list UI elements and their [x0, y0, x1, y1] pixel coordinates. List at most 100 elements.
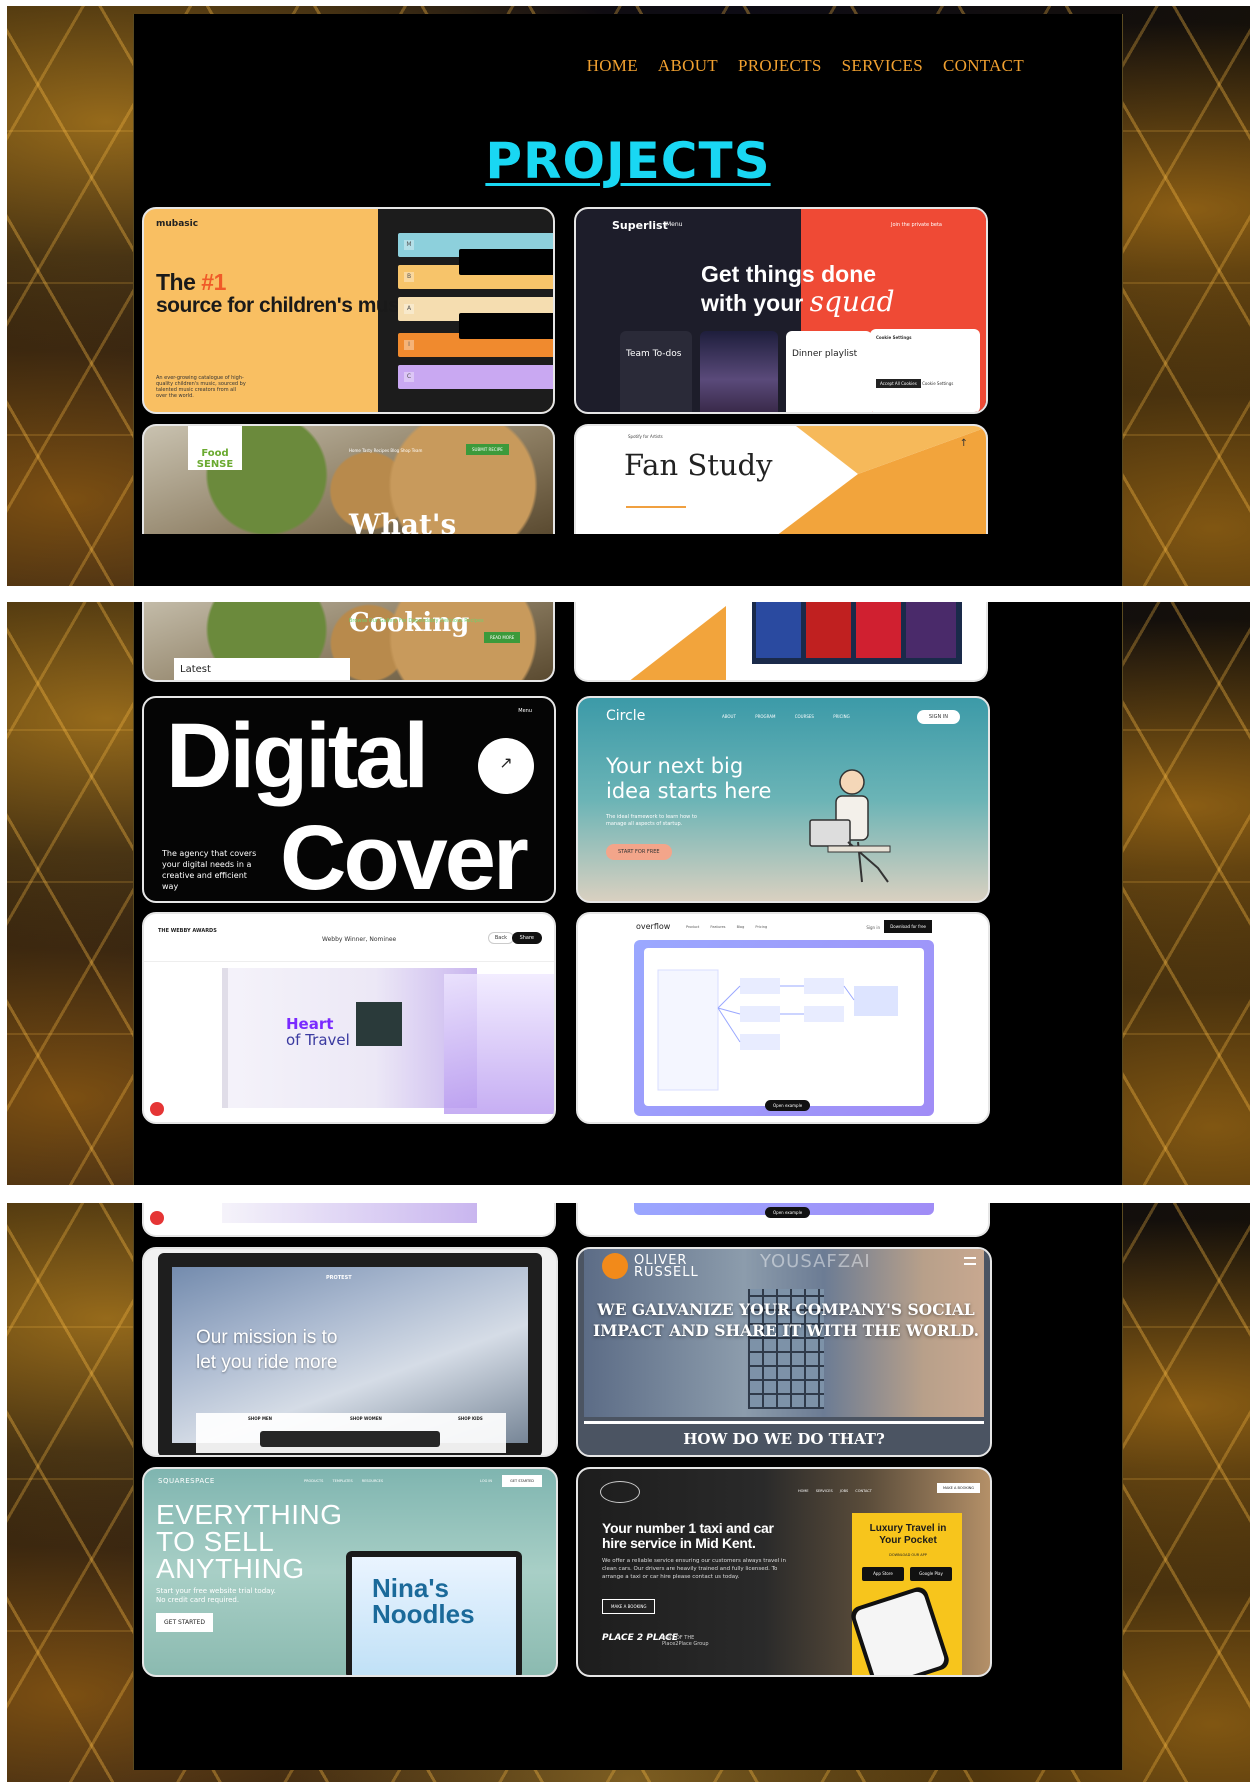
project-card-food-sense-continued[interactable]: What's Cooking Browse Our Gallery For De…: [142, 602, 555, 682]
squarespace-login: LOG IN: [480, 1479, 493, 1483]
webby-back-button: Back: [487, 932, 514, 944]
main-panel: HOME ABOUT PROJECTS SERVICES CONTACT PRO…: [133, 14, 1123, 586]
screenshot-segment-3: Open example PROTEST Our mission is to le…: [7, 1203, 1250, 1782]
bell-icon: [150, 1102, 164, 1116]
food-sense-logo: Food SENSE: [188, 426, 242, 470]
nav-home[interactable]: HOME: [587, 56, 638, 76]
project-card-protest[interactable]: PROTEST Our mission is to let you ride mo…: [142, 1247, 558, 1457]
superlist-tile-todos: Team To-dos: [620, 331, 692, 412]
mubasic-logo: mubasic: [156, 219, 199, 229]
webby-screenshot: [222, 1203, 477, 1223]
project-card-squarespace[interactable]: SQUARESPACE PRODUCTS TEMPLATES RESOURCES…: [142, 1467, 558, 1677]
superlist-beta-link: Join the private beta: [890, 222, 942, 228]
top-nav: HOME ABOUT PROJECTS SERVICES CONTACT: [587, 56, 1024, 76]
webby-logo: THE WEBBY AWARDS: [158, 928, 217, 934]
project-card-place2place[interactable]: HOME SERVICES JOBS CONTACT MAKE A BOOKIN…: [576, 1467, 992, 1677]
overflow-signin: Sign in: [866, 925, 880, 930]
digital-cover-menu: Menu: [518, 708, 532, 714]
mubasic-headline: The #1 source for children's music.: [156, 269, 422, 317]
nav-services[interactable]: SERVICES: [842, 56, 923, 76]
project-card-oliver-russell[interactable]: OLIVER RUSSELL YOUSAFZAI WE GALVANIZE YOU…: [576, 1247, 992, 1457]
google-play-badge: Google Play: [910, 1567, 952, 1581]
squarespace-get-started-top: GET STARTED: [502, 1475, 542, 1487]
fan-study-kicker: Spotify for Artists: [628, 434, 663, 439]
screenshot-segment-1: HOME ABOUT PROJECTS SERVICES CONTACT PRO…: [7, 6, 1250, 586]
project-card-mubasic[interactable]: mubasic The #1 source for children's mus…: [142, 207, 555, 414]
circle-nav: ABOUT PROGRAM COURSES PRICING: [722, 714, 850, 719]
oliver-russell-bg-text: YOUSAFZAI: [760, 1251, 871, 1272]
overflow-open-example: Open example: [765, 1100, 811, 1111]
project-card-circle[interactable]: Circle ABOUT PROGRAM COURSES PRICING SIG…: [576, 696, 990, 903]
protest-shop-women: SHOP WOMEN: [350, 1416, 382, 1421]
webby-sidebar: [222, 968, 228, 1108]
main-panel: Open example PROTEST Our mission is to le…: [133, 1203, 1123, 1770]
oliver-russell-logo-icon: [602, 1253, 628, 1279]
taxi-make-booking: MAKE A BOOKING: [602, 1599, 656, 1614]
superlist-cookie-dialog: Cookie Settings Accept All Cookies Cooki…: [870, 329, 980, 412]
overflow-flow-diagram: [657, 969, 898, 1091]
project-card-webby-continued[interactable]: [142, 1203, 556, 1237]
project-card-fan-study[interactable]: Spotify for Artists Fan Study ↑: [574, 424, 988, 534]
mubasic-black-key: [459, 313, 553, 339]
food-sense-headline: What's Cooking: [349, 508, 457, 534]
project-card-webby[interactable]: THE WEBBY AWARDS Webby Winner, Nominee B…: [142, 912, 556, 1124]
webby-title: Webby Winner, Nominee: [322, 936, 397, 943]
webby-heart-of-travel: Heart of Travel: [286, 1015, 350, 1049]
bell-icon: [150, 1211, 164, 1225]
superlist-tile-playlist: Dinner playlist: [786, 331, 872, 412]
circle-cta-button: START FOR FREE: [606, 844, 672, 860]
project-card-food-sense[interactable]: Food SENSE Home Tasty Recipes Blog Shop …: [142, 424, 555, 534]
protest-headline: Our mission is to let you ride more: [196, 1327, 338, 1373]
nav-about[interactable]: ABOUT: [658, 56, 718, 76]
taxi-make-booking-top: MAKE A BOOKING: [936, 1483, 980, 1493]
nav-contact[interactable]: CONTACT: [943, 56, 1024, 76]
fan-study-shapes: [630, 602, 962, 680]
overflow-download-button: Download for free: [884, 920, 932, 933]
protest-logo: PROTEST: [326, 1275, 352, 1281]
oliver-russell-logo: OLIVER RUSSELL: [634, 1253, 699, 1280]
taxi-group: PART OF THE Place2Place Group: [662, 1635, 709, 1647]
squarespace-headline: EVERYTHING TO SELL ANYTHING: [156, 1499, 343, 1584]
webby-share-button: Share: [511, 932, 542, 944]
superlist-logo: Superlist: [612, 219, 668, 232]
arrow-up-icon: ↑: [959, 438, 968, 449]
food-sense-submit-button: SUBMIT RECIPE: [466, 444, 509, 455]
superlist-headline: Get things done with your squad: [701, 261, 895, 318]
oliver-russell-question: HOW DO WE DO THAT?: [584, 1421, 984, 1455]
project-card-overflow[interactable]: overflow Product Features Blog Pricing S…: [576, 912, 990, 1124]
circle-headline: Your next big idea starts here: [606, 754, 772, 803]
digital-cover-word-1: Digital: [166, 705, 429, 807]
squarespace-nav: PRODUCTS TEMPLATES RESOURCES: [304, 1479, 384, 1483]
food-sense-nav: Home Tasty Recipes Blog Shop Team: [349, 448, 423, 453]
project-card-fan-study-continued[interactable]: [574, 602, 988, 682]
webby-gradient: [444, 974, 554, 1114]
taxi-subtitle: We offer a reliable service ensuring our…: [602, 1558, 786, 1580]
project-card-superlist[interactable]: Superlist Menu Join the private beta Get…: [574, 207, 988, 414]
circle-subtitle: The ideal framework to learn how to mana…: [606, 814, 697, 827]
overflow-app-canvas: [644, 948, 924, 1106]
app-store-badge: App Store: [862, 1567, 904, 1581]
taxi-luxury-travel: Luxury Travel in Your Pocket: [869, 1523, 947, 1546]
oliver-russell-headline: WE GALVANIZE YOUR COMPANY'S SOCIAL IMPAC…: [593, 1300, 979, 1340]
squarespace-logo: SQUARESPACE: [158, 1477, 215, 1485]
squarespace-ninas-noodles: Nina's Noodles: [372, 1573, 475, 1629]
squarespace-get-started: GET STARTED: [156, 1613, 213, 1632]
overflow-logo: overflow: [636, 922, 671, 931]
fan-study-underline: [626, 506, 686, 508]
mubasic-blurb: An ever-growing catalogue of high-qualit…: [156, 375, 246, 399]
circle-signin-button: SIGN IN: [916, 710, 960, 724]
project-card-digital-cover[interactable]: Menu Digital Cover ↗ The agency that cov…: [142, 696, 556, 903]
mubasic-key-bar: C: [398, 365, 553, 389]
superlist-menu: Menu: [666, 221, 683, 228]
page-title: PROJECTS: [485, 132, 771, 190]
nav-projects[interactable]: PROJECTS: [738, 56, 822, 76]
protest-toolbar: [260, 1431, 440, 1447]
food-sense-tagline: Browse Our Gallery For Dependably Delici…: [349, 618, 484, 624]
project-card-overflow-continued[interactable]: Open example: [576, 1203, 990, 1237]
taxi-nav: HOME SERVICES JOBS CONTACT: [798, 1489, 872, 1493]
digital-cover-word-2: Cover: [280, 807, 529, 903]
fan-study-headline: Fan Study: [624, 448, 773, 482]
circle-logo: Circle: [606, 708, 646, 724]
menu-icon: [964, 1257, 976, 1265]
squarespace-subtitle: Start your free website trial today. No c…: [156, 1587, 276, 1604]
